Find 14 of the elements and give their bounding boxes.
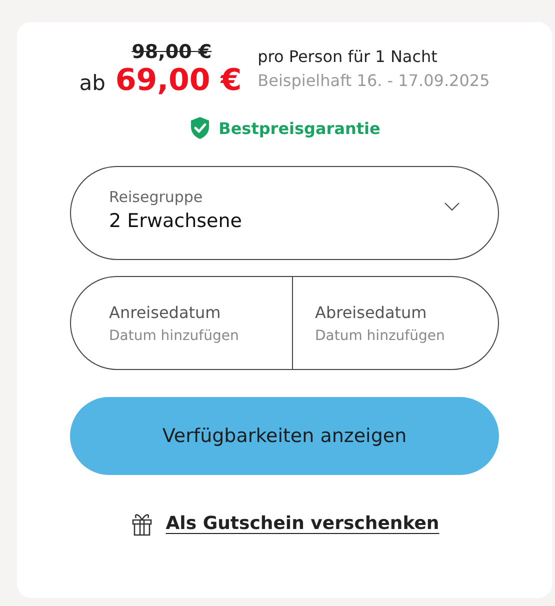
travel-group-dropdown[interactable]: Reisegruppe 2 Erwachsene: [70, 166, 499, 260]
price-prefix: ab: [79, 71, 106, 95]
availability-button[interactable]: Verfügbarkeiten anzeigen: [70, 397, 499, 475]
guarantee-label: Bestpreisgarantie: [218, 118, 380, 138]
price-unit: pro Person für 1 Nacht: [258, 46, 438, 68]
gift-voucher-link[interactable]: Als Gutschein verschenken: [166, 513, 440, 534]
chevron-down-icon: [444, 202, 460, 210]
example-dates: Beispielhaft 16. - 17.09.2025: [258, 70, 490, 92]
gift-icon: [130, 511, 154, 536]
shield-check-icon: [188, 116, 211, 140]
current-price: 69,00 €: [115, 64, 242, 98]
old-price: 98,00 €: [132, 40, 212, 64]
field-value: 2 Erwachsene: [109, 210, 242, 232]
field-label: Reisegruppe: [109, 188, 204, 206]
